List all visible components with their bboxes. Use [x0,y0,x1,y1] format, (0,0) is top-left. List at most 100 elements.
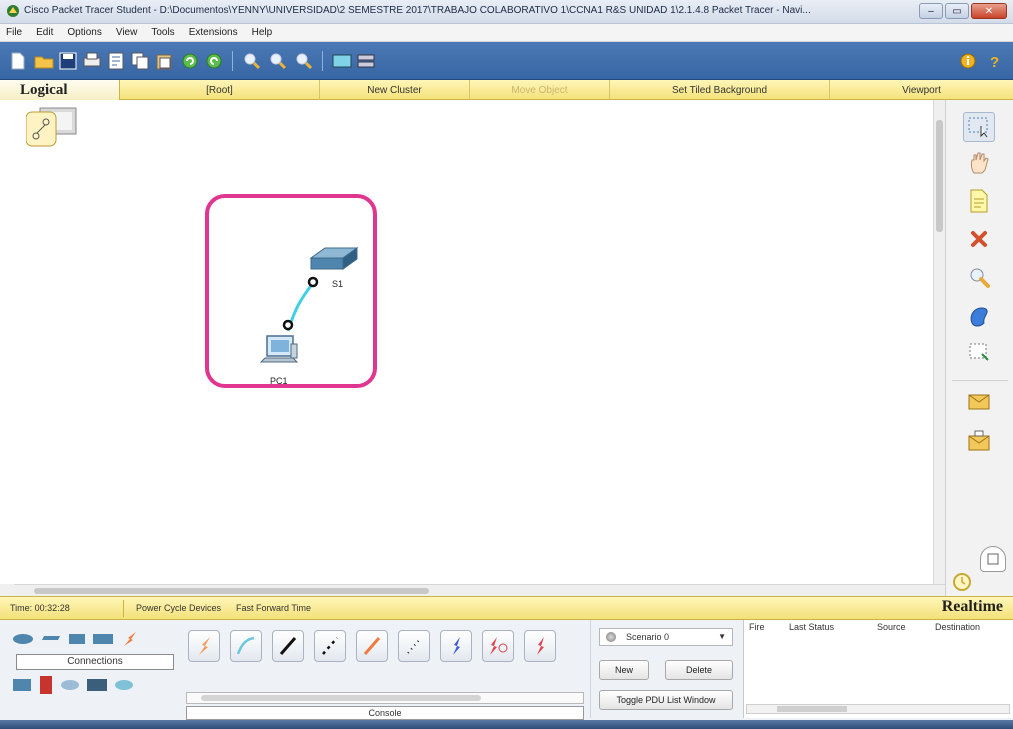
set-tiled-background-button[interactable]: Set Tiled Background [610,80,830,100]
wireless-category-icon[interactable] [92,632,114,646]
os-taskbar [0,720,1013,729]
chevron-down-icon: ▼ [718,632,726,641]
fast-forward-time-button[interactable]: Fast Forward Time [236,603,311,613]
end-devices-category-icon[interactable] [12,676,32,694]
phone-cable-icon[interactable] [398,630,430,662]
paste-icon[interactable] [154,51,174,71]
logical-tab[interactable]: Logical [0,80,120,100]
realtime-mode-label[interactable]: Realtime [942,598,1003,616]
connections-category-icon[interactable] [120,630,140,648]
category-row-bottom [12,674,134,696]
logical-workspace-canvas[interactable] [0,100,933,584]
pdu-list-header: Fire Last Status Source Destination [744,622,1013,638]
inspect-hand-icon[interactable] [963,148,995,178]
category-label: Connections [16,654,174,670]
connection-types-scrollbar[interactable] [186,692,584,704]
canvas-vertical-scrollbar[interactable] [933,100,945,584]
select-tool-icon[interactable] [963,112,995,142]
scenario-panel: Scenario 0 ▼ New Delete Toggle PDU List … [590,620,740,718]
coaxial-cable-icon[interactable] [440,630,472,662]
save-icon[interactable] [58,51,78,71]
root-button[interactable]: [Root] [120,80,320,100]
menu-tools[interactable]: Tools [151,27,174,38]
security-category-icon[interactable] [38,675,54,695]
new-scenario-button[interactable]: New [599,660,649,680]
menu-edit[interactable]: Edit [36,27,53,38]
fiber-icon[interactable] [356,630,388,662]
maximize-button[interactable]: ▭ [945,3,969,19]
custom-devices-category-icon[interactable] [86,677,108,693]
custom-devices-icon[interactable] [356,51,376,71]
power-cycle-devices-button[interactable]: Power Cycle Devices [136,603,221,613]
main-toolbar: ? [0,42,1013,80]
move-object-button[interactable]: Move Object [470,80,610,100]
device-type-selection-panel: Connections Console Scenario 0 ▼ New Del… [0,620,1013,729]
scenario-status-icon [606,632,616,642]
column-last-status[interactable]: Last Status [784,622,872,638]
activity-wizard-icon[interactable] [106,51,126,71]
connection-types-box: Console [184,620,587,720]
inspect-magnifier-icon[interactable] [963,262,995,292]
column-destination[interactable]: Destination [930,622,1010,638]
time-readout: Time: 00:32:28 [10,603,70,613]
workspace-bar: Logical [Root] New Cluster Move Object S… [0,80,1013,100]
help-icon[interactable]: ? [984,51,1004,71]
drawing-palette-icon[interactable] [332,51,352,71]
print-icon[interactable] [82,51,102,71]
hubs-category-icon[interactable] [68,632,86,646]
svg-text:?: ? [990,54,999,70]
draw-shape-icon[interactable] [963,300,995,330]
automatic-connection-icon[interactable] [188,630,220,662]
menu-view[interactable]: View [116,27,138,38]
packet-tracer-app-icon [7,5,19,17]
multiuser-connection-category-icon[interactable] [114,678,134,692]
console-cable-icon[interactable] [230,630,262,662]
zoom-reset-icon[interactable] [268,51,288,71]
menu-help[interactable]: Help [252,27,273,38]
toggle-pdu-list-button[interactable]: Toggle PDU List Window [599,690,733,710]
close-button[interactable]: ✕ [971,3,1007,19]
selected-connection-label: Console [186,706,584,720]
copy-icon[interactable] [130,51,150,71]
add-simple-pdu-icon[interactable] [963,386,995,416]
realtime-clock-icon[interactable] [950,570,974,594]
logical-view-navigator-icon[interactable] [26,106,86,150]
redo-icon[interactable] [204,51,224,71]
menu-options[interactable]: Options [67,27,101,38]
minimize-button[interactable]: – [919,3,943,19]
copper-cross-over-icon[interactable] [314,630,346,662]
switches-category-icon[interactable] [40,632,62,646]
wan-emulation-category-icon[interactable] [60,678,80,692]
column-source[interactable]: Source [872,622,930,638]
open-folder-icon[interactable] [34,51,54,71]
resize-shape-icon[interactable] [963,338,995,368]
info-icon[interactable] [958,51,978,71]
serial-dte-icon[interactable] [524,630,556,662]
title-bar: Cisco Packet Tracer Student - D:\Documen… [0,0,1013,24]
column-fire[interactable]: Fire [744,622,784,638]
delete-scenario-button[interactable]: Delete [665,660,733,680]
viewport-button[interactable]: Viewport [830,80,1013,100]
place-note-icon[interactable] [963,186,995,216]
routers-category-icon[interactable] [12,632,34,646]
time-status-bar: Time: 00:32:28 Power Cycle Devices Fast … [0,596,1013,620]
menu-bar: File Edit Options View Tools Extensions … [0,24,1013,42]
copper-straight-through-icon[interactable] [272,630,304,662]
drawing-palette-toggle-icon[interactable] [980,546,1006,572]
new-cluster-button[interactable]: New Cluster [320,80,470,100]
menu-file[interactable]: File [6,27,22,38]
scenario-dropdown[interactable]: Scenario 0 ▼ [599,628,733,646]
serial-dce-icon[interactable] [482,630,514,662]
zoom-in-icon[interactable] [242,51,262,71]
add-complex-pdu-icon[interactable] [963,426,995,456]
window-controls: – ▭ ✕ [919,3,1007,21]
canvas-horizontal-scrollbar[interactable] [14,584,945,596]
undo-icon[interactable] [180,51,200,71]
new-file-icon[interactable] [8,51,28,71]
common-tools-palette [945,100,1013,596]
pdu-list-scrollbar[interactable] [746,704,1010,714]
delete-icon[interactable] [963,224,995,254]
menu-extensions[interactable]: Extensions [189,27,238,38]
zoom-out-icon[interactable] [294,51,314,71]
packet-tracer-window: Cisco Packet Tracer Student - D:\Documen… [0,0,1013,729]
